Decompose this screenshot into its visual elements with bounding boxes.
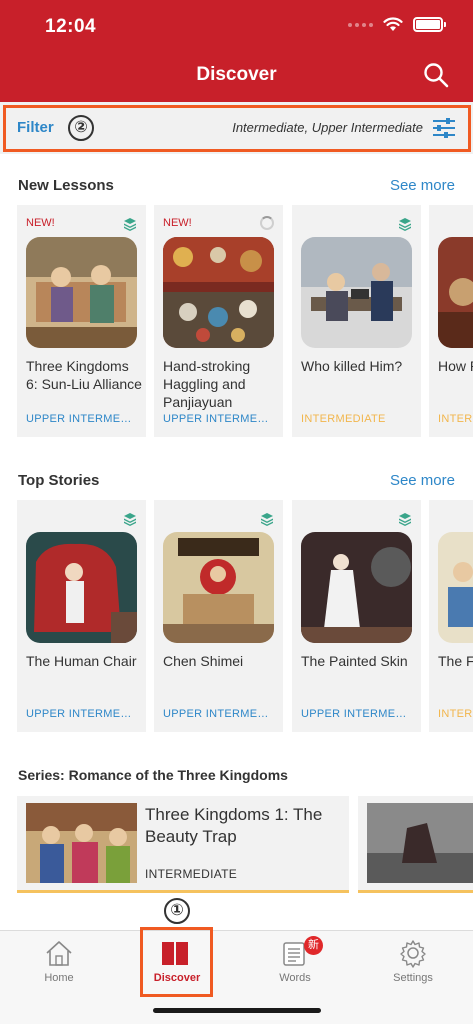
signal-icon [348, 22, 373, 27]
series-item-title: Three Kingdoms 1: The Beauty Trap [145, 805, 323, 846]
story-card[interactable]: The Human Chair UPPER INTERMEDIATE [17, 500, 146, 732]
filter-value[interactable]: Intermediate, Upper Intermediate [232, 120, 423, 135]
search-icon[interactable] [423, 62, 449, 88]
lesson-card[interactable]: How People Chine INTER [429, 205, 473, 437]
lesson-thumbnail [301, 237, 412, 348]
new-badge: NEW! [163, 217, 192, 229]
lesson-title: Hand-stroking Haggling and Panjiayuan [163, 358, 251, 410]
series-thumbnail [26, 803, 137, 883]
stack-icon [399, 513, 411, 526]
series-section-title: Series: Romance of the Three Kingdoms [18, 767, 288, 783]
discover-highlight-box [140, 927, 213, 997]
gear-icon [400, 940, 426, 968]
lesson-title: How People Chine [438, 358, 473, 374]
story-level: UPPER INTERMEDIATE [26, 708, 139, 720]
story-title: Chen Shimei [163, 653, 244, 669]
series-card[interactable]: Three Kingdoms 1: The Beauty Trap INTERM… [17, 796, 349, 893]
stack-icon [124, 513, 136, 526]
story-thumbnail [301, 532, 412, 643]
new-badge: NEW! [26, 217, 55, 229]
tab-label: Home [44, 972, 74, 984]
status-indicators [348, 17, 446, 32]
annotation-marker-1: ① [164, 898, 190, 924]
story-thumbnail [163, 532, 274, 643]
story-card[interactable]: The F Cricke INTER [429, 500, 473, 732]
home-icon [46, 941, 72, 966]
discover-screen: 12:04 Discover Filter ② Intermediate, Up… [0, 0, 473, 1024]
filter-bar[interactable]: Filter ② Intermediate, Upper Intermediat… [0, 102, 473, 154]
battery-icon [413, 17, 446, 32]
tab-settings[interactable]: Settings [354, 931, 472, 1001]
story-thumbnail [438, 532, 473, 643]
wifi-icon [383, 17, 403, 31]
stack-icon [399, 218, 411, 231]
story-title: The Painted Skin [301, 653, 408, 669]
tab-label: Words [279, 972, 311, 984]
section-title-new-lessons: New Lessons [18, 177, 114, 194]
series-progress-bar [358, 890, 473, 893]
series-item-level: INTERMEDIATE [145, 867, 238, 881]
top-stories-see-more-link[interactable]: See more [390, 472, 455, 489]
lesson-level: INTERMEDIATE [301, 413, 386, 425]
home-indicator [153, 1008, 321, 1013]
lesson-title: Three Kingdoms 6: Sun-Liu Alliance [26, 358, 142, 392]
series-progress-bar [17, 890, 349, 893]
tab-words[interactable]: 新 Words [236, 931, 354, 1001]
lesson-level: UPPER INTERMEDIATE [163, 413, 276, 425]
new-lessons-carousel[interactable]: NEW! Three Kingdoms 6: Sun-Liu Alliance … [0, 205, 473, 443]
story-level: UPPER INTERMEDIATE [163, 708, 276, 720]
lesson-card[interactable]: Who killed Him? INTERMEDIATE [292, 205, 421, 437]
story-card[interactable]: The Painted Skin UPPER INTERMEDIATE [292, 500, 421, 732]
section-title-top-stories: Top Stories [18, 472, 100, 489]
story-card[interactable]: Chen Shimei UPPER INTERMEDIATE [154, 500, 283, 732]
app-header: 12:04 Discover [0, 0, 473, 102]
filter-label[interactable]: Filter [17, 119, 54, 136]
tab-home[interactable]: Home [0, 931, 118, 1001]
new-lessons-see-more-link[interactable]: See more [390, 177, 455, 194]
lesson-level: UPPER INTERMEDIATE [26, 413, 139, 425]
stack-icon [124, 218, 136, 231]
lesson-level: INTER [438, 413, 473, 425]
tab-label: Settings [393, 972, 433, 984]
lesson-card[interactable]: NEW! Hand-stroking Haggling and Panjiayu… [154, 205, 283, 437]
story-level: INTER [438, 708, 473, 720]
lesson-title: Who killed Him? [301, 358, 403, 374]
lesson-card[interactable]: NEW! Three Kingdoms 6: Sun-Liu Alliance … [17, 205, 146, 437]
series-card[interactable] [358, 796, 473, 893]
page-title: Discover [196, 64, 277, 85]
story-level: UPPER INTERMEDIATE [301, 708, 414, 720]
story-title: The Human Chair [26, 653, 137, 669]
series-thumbnail [367, 803, 473, 883]
lesson-thumbnail [163, 237, 274, 348]
words-badge: 新 [304, 936, 323, 955]
stack-icon [261, 513, 273, 526]
lesson-thumbnail [26, 237, 137, 348]
lesson-thumbnail [438, 237, 473, 348]
story-title: The F Cricke [438, 653, 473, 669]
story-thumbnail [26, 532, 137, 643]
status-time: 12:04 [45, 16, 97, 37]
loading-icon [260, 216, 274, 230]
annotation-marker-2: ② [68, 115, 94, 141]
sliders-icon[interactable] [432, 116, 456, 140]
top-stories-carousel[interactable]: The Human Chair UPPER INTERMEDIATE Chen … [0, 500, 473, 738]
